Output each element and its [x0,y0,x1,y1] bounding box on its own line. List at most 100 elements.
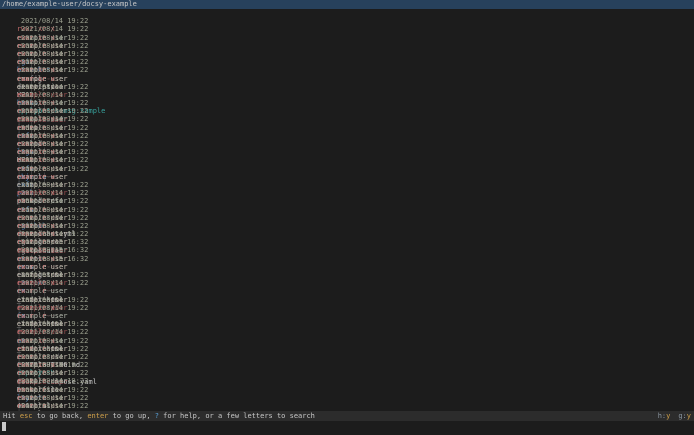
file-date: 2021/08/15 16:32 [20,238,89,247]
tree-row[interactable]: 2021/08/15 16:32 rwxr-xr-x example-user … [0,230,694,287]
file-date: 2021/08/14 19:22 [20,402,89,411]
tree-row[interactable]: │ │ └── 6 unlisted [0,279,694,336]
hint-text: Hit esc to go back, enter to go up, ? fo… [3,412,315,420]
file-date: 2021/08/14 19:22 [20,295,89,304]
file-date: 2021/08/14 19:22 [20,320,89,329]
tree-row[interactable]: 2021/08/14 19:22 rwxr-xr-x example-user … [0,124,694,181]
file-date: 2021/08/14 19:22 [20,17,89,26]
tree-row[interactable]: 2021/08/14 19:22 rwxr-xr-x example-user … [0,320,694,377]
file-date: 2021/08/14 19:22 [20,107,89,116]
tree-row[interactable]: 2021/08/14 19:22 rwxr-xr-x example-user … [0,394,694,411]
tree-row[interactable]: 2021/08/14 19:22 rw-r--r-- example-user … [0,34,694,91]
tree-row[interactable]: │ │ └── 10 unlisted [0,66,694,123]
tree-row[interactable]: 2021/08/14 19:22 rw-r--r-- example-user … [0,91,694,148]
tree-row[interactable]: 2021/08/15 16:32 rwxr-xr-x example-user … [0,238,694,295]
tree-row[interactable]: 2021/08/14 19:22 rwxr-xr-x example-user … [0,83,694,140]
tree-row[interactable]: 2021/08/14 19:22 rw-r--r-- example-user … [0,361,694,411]
tree-row[interactable]: │ └── 2 unlisted [0,165,694,222]
tree-row[interactable]: 2021/08/14 19:22 rwxr-xr-x example-user … [0,402,694,411]
tree-row[interactable]: 2021/08/14 19:22 rw-r--r-- example-user … [0,197,694,255]
tree-row[interactable]: │ └── 2 unlisted [0,304,694,361]
file-date: 2021/08/14 19:22 [20,230,89,239]
tree-row[interactable]: 2021/08/14 19:22 rw-r--r-- example-user … [0,337,694,394]
file-date: 2021/08/14 19:22 [20,49,89,58]
tree-row[interactable]: 2021/08/14 19:22 rwxr-xr-x example-user … [0,287,694,345]
file-date: 2021/08/14 19:22 [20,148,89,157]
file-date: 2021/08/14 19:22 [20,271,89,280]
file-date: 2021/08/14 19:22 [20,58,89,67]
tree-row[interactable]: 2021/08/14 19:22 rw-r--r-- example-user … [0,377,694,411]
tree-row[interactable]: 2021/08/14 19:22 rwxr-xr-x example-user … [0,345,694,402]
tree-row[interactable]: 2021/08/15 16:32 rw-r--r-- example-user … [0,246,694,304]
tree-row[interactable]: 2021/08/14 19:22 rw-r--r-- example-user … [0,42,694,99]
tree-row[interactable]: 2021/08/14 19:22 rw-r--r-- example-user … [0,75,694,132]
root-path: /home/example-user/docsy-example [0,0,694,9]
file-date: 2021/08/14 19:22 [20,385,89,394]
tree-row[interactable]: 2021/08/14 19:22 rwxr-xr-x example-user … [0,156,694,214]
file-tree: 2021/08/14 19:22 rwxr-xr-x example-user … [0,9,694,411]
file-date: 2021/08/15 16:32 [20,254,89,263]
file-date: 2021/08/14 19:22 [20,279,89,288]
file-date: 2021/08/14 19:22 [20,90,89,99]
file-date: 2021/08/14 19:22 [20,41,89,50]
file-date: 2021/08/14 19:22 [20,189,89,198]
tree-row[interactable]: 2021/08/14 19:22 rwxr-xr-x example-user … [0,214,694,279]
tree-row[interactable]: 2021/08/14 19:22 rwxr-xr-x example-user … [0,17,694,74]
tree-row[interactable]: 2021/08/14 19:22 rw-r--r-- example-user … [0,296,694,353]
file-date: 2021/08/14 19:22 [20,123,89,132]
file-date: 2021/08/14 19:22 [20,344,89,353]
tree-row[interactable]: 2021/08/14 19:22 rw-r--r-- example-user … [0,312,694,369]
tree-row[interactable]: 2021/08/14 19:22 rwxr-xr-x example-user … [0,115,694,181]
tree-row[interactable]: 2021/08/14 19:22 rw-r--r-- example-user … [0,181,694,238]
tree-row[interactable]: 2021/08/14 19:22 rwxr-xr-x example-user … [0,9,694,66]
tree-row[interactable]: 2021/08/14 19:22 rw-r--r-- example-user … [0,222,694,279]
tree-row[interactable]: 2021/08/14 19:22 rw-r--r-- example-user … [0,369,694,411]
file-date: 2021/08/14 19:22 [20,393,89,402]
file-date: 2021/08/14 19:22 [20,25,89,34]
broot-window: /home/example-user/docsy-example 2021/08… [0,0,694,435]
toggle-h: h:y [657,412,671,420]
file-date: 2021/08/14 19:22 [20,180,89,189]
file-date: 2021/08/14 19:22 [20,82,89,91]
tree-row[interactable]: 2021/08/14 19:22 rw-r--r-- example-user … [0,271,694,328]
tree-row[interactable]: 2021/08/14 19:22 rwxr-xr-x example-user … [0,140,694,205]
file-date: 2021/08/14 19:22 [20,205,89,214]
file-date: 2021/08/14 19:22 [20,115,89,124]
tree-row[interactable]: 2021/08/14 19:22 rw-r--r-- example-user … [0,328,694,386]
tree-row[interactable]: 2021/08/14 19:22 rwxr-xr-x example-user … [0,58,694,115]
tree-row[interactable]: 2021/08/14 19:22 rw-r--r-- example-user … [0,386,694,411]
tree-row[interactable]: 2021/08/14 19:22 rwxr-xr-x example-user … [0,50,694,107]
mode-toggles: h:y g:y [650,411,691,421]
tree-row[interactable]: 2021/08/14 19:22 rw-r--r-- example-user … [0,25,694,83]
file-date: 2021/08/14 19:22 [20,66,89,75]
file-date: 2021/08/14 19:22 [20,164,89,173]
file-date: 2021/08/14 19:22 [20,213,89,222]
tree-row[interactable]: 2021/08/14 19:22 rwxr-xr-x example-user … [0,263,694,320]
tree-row[interactable]: 2021/08/14 19:22 rwxr-xr-x example-user … [0,206,694,263]
file-date: 2021/08/14 19:22 [20,221,89,230]
tree-row[interactable]: 2021/08/14 19:22 rw-r--r-- example-user … [0,148,694,205]
text-cursor [2,422,6,431]
file-date: 2021/08/14 19:22 [20,33,89,42]
file-date: 2021/08/14 19:22 [20,197,89,206]
search-input[interactable] [0,421,694,435]
file-date: 2021/08/14 19:22 [20,336,89,345]
file-date: 2021/08/15 16:32 [20,246,89,255]
toggle-g: g:y [678,412,691,420]
file-date: 2021/08/14 19:22 [20,140,89,149]
file-date: 2021/08/14 19:22 [20,369,89,378]
file-date: 2021/08/14 19:22 [20,303,89,312]
file-date: 2021/08/14 19:22 [20,131,89,140]
status-bar: Hit esc to go back, enter to go up, ? fo… [0,411,694,421]
tree-row[interactable]: 2021/08/14 19:22 rw-r--r-- example-user … [0,189,694,246]
file-date: 2021/08/14 19:22 [20,352,89,361]
file-date: 2021/08/14 19:22 [20,156,89,165]
tree-row[interactable]: 2021/08/14 19:22 rwxr-xr-x example-user … [0,132,694,189]
tree-row[interactable]: 2021/08/14 19:22 rw-r--r-- example-user … [0,353,694,410]
file-date: 2021/08/14 19:22 [20,361,89,370]
file-date: 2021/08/14 19:22 [20,377,89,386]
tree-row[interactable]: 2021/08/14 19:22 rwxr-xr-x example-user … [0,173,694,230]
tree-row[interactable]: 2021/08/14 19:22 rwxr-xr-x example-user … [0,99,694,156]
file-date: 2021/08/14 19:22 [20,99,89,108]
tree-row[interactable]: │ │ └── 6 unlisted [0,255,694,312]
